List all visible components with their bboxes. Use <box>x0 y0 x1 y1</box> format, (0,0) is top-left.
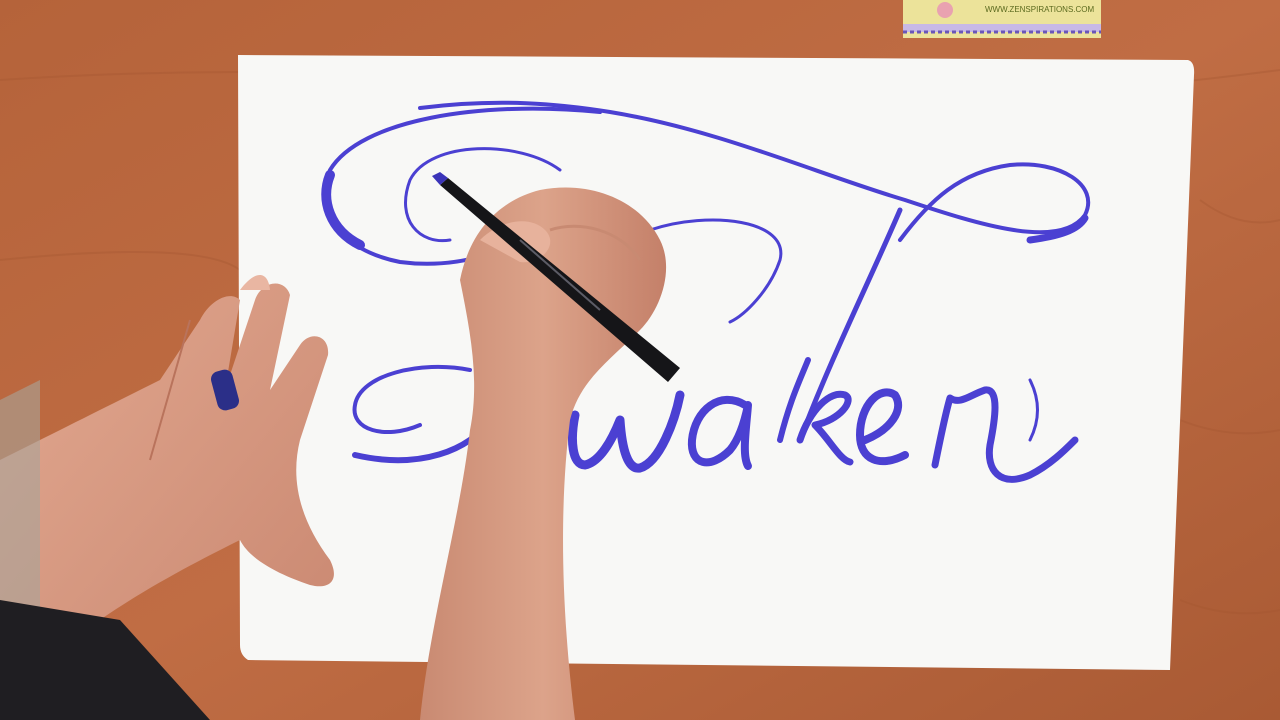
photo-scene: WWW.ZENSPIRATIONS.COM <box>0 0 1280 720</box>
white-paper <box>238 55 1195 670</box>
card-url-text: WWW.ZENSPIRATIONS.COM <box>985 5 1095 14</box>
